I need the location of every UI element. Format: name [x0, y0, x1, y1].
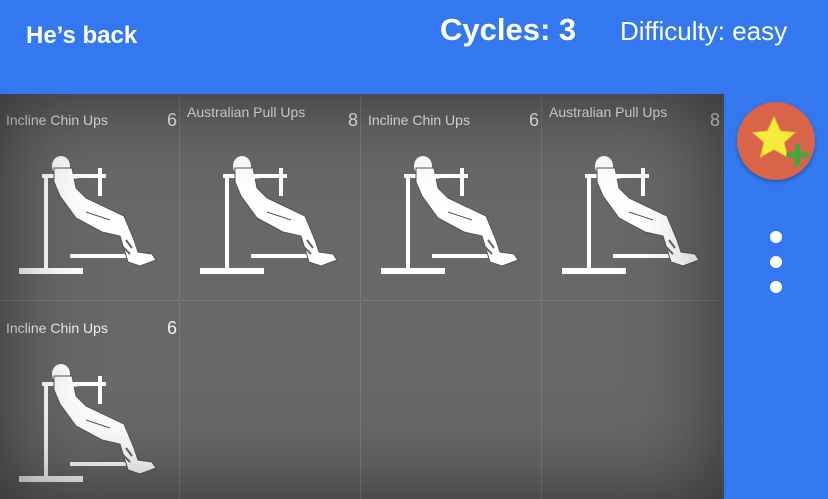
more-vertical-icon[interactable] [770, 231, 782, 306]
empty-tile [181, 302, 361, 499]
incline-chin-up-figure-icon [18, 155, 157, 275]
exercise-name: Australian Pull Ups [187, 104, 306, 120]
exercise-name: Australian Pull Ups [549, 104, 668, 120]
exercise-count: 6 [166, 318, 177, 338]
side-panel [724, 94, 828, 499]
menu-dot [770, 281, 782, 293]
exercise-count: 6 [528, 110, 539, 130]
menu-dot [770, 256, 782, 268]
menu-dot [770, 231, 782, 243]
exercise-grid: Incline Chin Ups 6 Australian Pull Ups 8… [0, 94, 724, 499]
exercise-count: 6 [166, 110, 177, 130]
australian-pull-up-figure-icon [561, 155, 700, 275]
exercise-tile[interactable]: Incline Chin Ups 6 [0, 302, 180, 499]
empty-tile [543, 302, 723, 499]
exercise-name: Incline Chin Ups [6, 112, 108, 128]
australian-pull-up-figure-icon [199, 155, 338, 275]
exercise-tile[interactable]: Australian Pull Ups 8 [543, 94, 723, 301]
header-bar: He’s back Cycles: 3 Difficulty: easy [0, 0, 828, 94]
exercise-tile[interactable]: Australian Pull Ups 8 [181, 94, 361, 301]
incline-chin-up-figure-icon [18, 363, 157, 483]
incline-chin-up-figure-icon [380, 155, 519, 275]
exercise-count: 8 [347, 110, 358, 130]
add-favorite-button[interactable] [737, 102, 815, 180]
exercise-tile[interactable]: Incline Chin Ups 6 [362, 94, 542, 301]
star-plus-icon [751, 115, 809, 166]
exercise-tile[interactable]: Incline Chin Ups 6 [0, 94, 180, 301]
workout-title: He’s back [26, 22, 138, 49]
exercise-name: Incline Chin Ups [6, 320, 108, 336]
difficulty-label: Difficulty: easy [620, 16, 788, 46]
empty-tile [362, 302, 542, 499]
cycles-label: Cycles: 3 [440, 12, 577, 47]
exercise-name: Incline Chin Ups [368, 112, 470, 128]
exercise-count: 8 [709, 110, 720, 130]
